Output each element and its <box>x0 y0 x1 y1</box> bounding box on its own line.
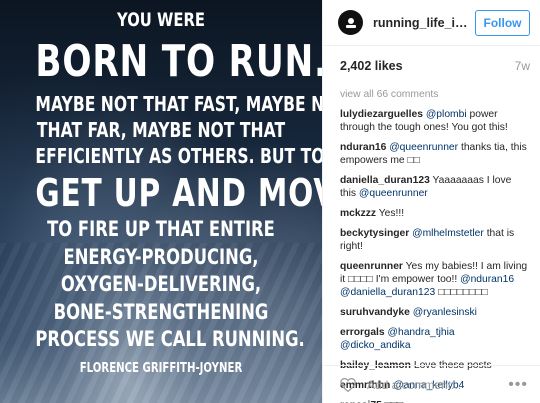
comment-author[interactable]: errorgals <box>340 327 385 338</box>
quote-line-4: GET UP AND MOVE, <box>35 170 322 215</box>
quote-line-5c: OXYGEN-DELIVERING, <box>60 272 262 297</box>
avatar-logo-icon <box>345 17 356 28</box>
comment-mention[interactable]: @plombi <box>426 109 467 120</box>
avatar[interactable] <box>338 10 363 35</box>
post-header: running_life_inspirat... Follow <box>323 0 540 46</box>
quote-line-2: BORN TO RUN. <box>35 36 322 88</box>
comment-item: lulydiezarguelles @plombi power through … <box>340 108 528 134</box>
comment-item: beckytysinger @mlhelmstetler that is rig… <box>340 227 528 253</box>
quote-line-3a: MAYBE NOT THAT FAST, MAYBE NOT <box>35 91 322 116</box>
comment-item: mckzzz Yes!!! <box>340 207 528 220</box>
comment-author[interactable]: daniella_duran123 <box>340 175 430 186</box>
heart-icon[interactable] <box>339 376 357 394</box>
comment-item: errorgals @handra_tjhia @dicko_andika <box>340 326 528 352</box>
comment-mention[interactable]: @daniella_duran123 <box>340 287 435 298</box>
comment-author[interactable]: nduran16 <box>340 142 386 153</box>
comment-mention[interactable]: @ryanlesinski <box>413 307 477 318</box>
comment-text: Yes!!! <box>378 208 405 219</box>
likes-count[interactable]: 2,402 likes <box>340 59 403 73</box>
comment-author[interactable]: suruhvandyke <box>340 307 410 318</box>
post-image[interactable]: YOU WERE BORN TO RUN. MAYBE NOT THAT FAS… <box>0 0 322 403</box>
username-link[interactable]: running_life_inspirat... <box>373 16 473 30</box>
quote-author: FLORENCE GRIFFITH-JOYNER <box>79 360 243 376</box>
comment-mention[interactable]: @handra_tjhia <box>388 327 455 338</box>
comment-mention[interactable]: @nduran16 <box>460 274 514 285</box>
add-comment-input[interactable] <box>367 377 507 392</box>
quote-line-5b: ENERGY-PRODUCING, <box>63 244 259 269</box>
comment-author[interactable]: mckzzz <box>340 208 376 219</box>
comment-item: suruhvandyke @ryanlesinski <box>340 306 528 319</box>
comment-author[interactable]: beckytysinger <box>340 228 409 239</box>
comment-text: □□□□□□□□ <box>435 287 488 298</box>
comment-author[interactable]: queenrunner <box>340 261 403 272</box>
comment-item: queenrunner Yes my babies!! I am living … <box>340 260 528 299</box>
comment-author[interactable]: lulydiezarguelles <box>340 109 423 120</box>
post-age[interactable]: 7w <box>515 59 530 73</box>
quote-line-5e: PROCESS WE CALL RUNNING. <box>35 327 305 352</box>
comment-mention[interactable]: @dicko_andika <box>340 340 411 351</box>
comment-mention[interactable]: @mlhelmstetler <box>412 228 484 239</box>
comment-mention[interactable]: @queenrunner <box>389 142 458 153</box>
instagram-post: YOU WERE BORN TO RUN. MAYBE NOT THAT FAS… <box>0 0 540 403</box>
comments-list: view all 66 comments lulydiezarguelles @… <box>323 88 540 403</box>
comment-mention[interactable]: @queenrunner <box>359 188 428 199</box>
add-comment-bar: ••• <box>323 365 540 403</box>
quote-text: YOU WERE BORN TO RUN. MAYBE NOT THAT FAS… <box>35 9 322 376</box>
comment-item: daniella_duran123 Yaaaaaaas I love this … <box>340 174 528 200</box>
quote-line-5a: TO FIRE UP THAT ENTIRE <box>47 217 275 242</box>
follow-button[interactable]: Follow <box>475 9 530 36</box>
more-options-button[interactable]: ••• <box>508 376 528 393</box>
quote-line-1: YOU WERE <box>116 9 205 31</box>
view-all-comments-link[interactable]: view all 66 comments <box>340 88 528 101</box>
quote-line-5d: BONE-STRENGTHENING <box>53 299 269 324</box>
quote-line-3c: EFFICIENTLY AS OTHERS. BUT TO <box>35 144 322 169</box>
comment-item: nduran16 @queenrunner thanks tia, this e… <box>340 141 528 167</box>
quote-line-3b: THAT FAR, MAYBE NOT THAT <box>36 117 286 142</box>
post-stats: 2,402 likes 7w <box>323 46 540 86</box>
post-sidebar: running_life_inspirat... Follow 2,402 li… <box>322 0 540 403</box>
